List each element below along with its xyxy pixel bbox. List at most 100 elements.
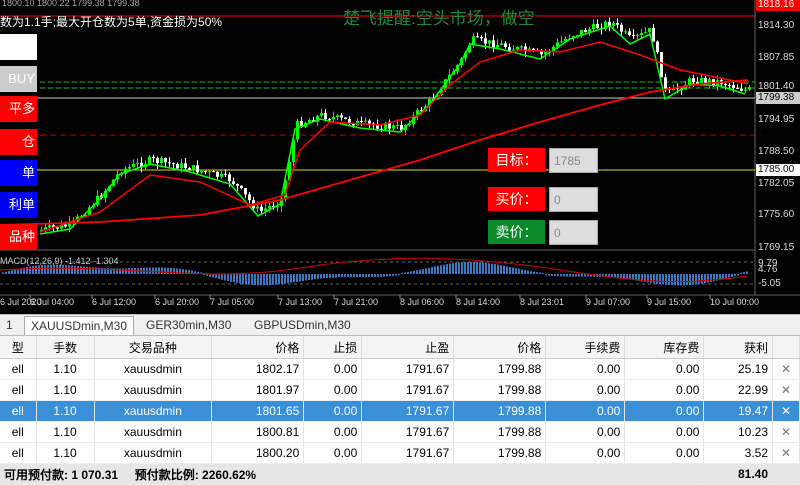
table-row[interactable]: ell 1.10 xauusdmin 1800.20 0.00 1791.67 1799.8… [0, 442, 800, 464]
candle-body [172, 163, 175, 165]
column-header[interactable]: 库存费 [624, 336, 705, 359]
column-header[interactable]: 价格 [453, 336, 547, 359]
macd-bar [230, 274, 232, 282]
candle-body [632, 34, 635, 36]
candle-body [628, 31, 631, 35]
macd-bar [404, 272, 406, 274]
chart-canvas[interactable] [0, 0, 800, 314]
trade-button-2[interactable]: 平多 [0, 96, 37, 122]
table-cell: 1800.81 [211, 421, 305, 443]
macd-bar [440, 265, 442, 274]
macd-bar [326, 274, 328, 279]
macd-bar [677, 274, 679, 286]
macd-bar [41, 265, 43, 274]
trade-button-1[interactable]: BUY [0, 66, 37, 92]
candle-body [704, 78, 707, 84]
margin-level: 预付款比例: 2260.62% [134, 467, 257, 482]
column-header[interactable]: 价格 [211, 336, 305, 359]
candle-body [560, 41, 563, 43]
close-order-icon[interactable]: ✕ [772, 379, 800, 401]
candle-body [388, 123, 391, 129]
price-marker: 1785.00 [756, 164, 800, 176]
column-header[interactable] [772, 336, 800, 359]
close-order-icon[interactable]: ✕ [772, 400, 800, 422]
macd-bar [38, 265, 40, 274]
close-order-icon[interactable]: ✕ [772, 442, 800, 464]
candle-body [748, 87, 751, 90]
close-order-icon[interactable]: ✕ [772, 421, 800, 443]
table-cell: 1799.88 [453, 442, 547, 464]
macd-bar [227, 274, 229, 282]
table-row[interactable]: ell 1.10 xauusdmin 1801.65 0.00 1791.67 1799.8… [0, 400, 800, 422]
macd-bar [293, 274, 295, 283]
table-cell: 1799.88 [453, 358, 547, 380]
table-cell: 1791.67 [361, 400, 455, 422]
column-header[interactable]: 交易品种 [94, 336, 213, 359]
column-header[interactable]: 手数 [36, 336, 95, 359]
macd-bar [572, 274, 574, 277]
macd-bar [56, 264, 58, 274]
candle-body [476, 36, 479, 38]
column-header[interactable]: 止损 [303, 336, 363, 359]
price-chart[interactable]: 1800.10 1800.22 1799.38 1799.38 数为1.1手;最… [0, 0, 800, 314]
macd-bar [296, 274, 298, 282]
time-tick: 6 Jul 04:00 [30, 297, 75, 307]
sell-price-input[interactable]: 0 [549, 220, 598, 245]
tab-xauusd[interactable]: XAUUSDmin,M30 [24, 316, 135, 335]
macd-bar [569, 274, 571, 277]
macd-bar [290, 274, 292, 283]
trade-button-5[interactable]: 利单 [0, 192, 37, 218]
macd-bar [524, 270, 526, 274]
table-cell: 0.00 [545, 400, 626, 422]
column-header[interactable]: 型 [0, 336, 37, 359]
candle-body [636, 34, 639, 36]
candle-body [740, 88, 743, 91]
candle-body [520, 46, 523, 48]
buy-price-input[interactable]: 0 [549, 187, 598, 212]
macd-bar [746, 271, 748, 274]
macd-bar [281, 274, 283, 285]
candle-body [336, 115, 339, 118]
tab-ger30[interactable]: GER30min,M30 [140, 316, 237, 335]
macd-bar [533, 271, 535, 274]
table-cell: ell [0, 400, 37, 422]
candle-body [240, 185, 243, 189]
tab-index[interactable]: 1 [0, 316, 19, 335]
macd-bar [665, 274, 667, 285]
column-header[interactable]: 手续费 [545, 336, 626, 359]
price-tick: 1814.30 [758, 20, 795, 31]
table-row[interactable]: ell 1.10 xauusdmin 1800.81 0.00 1791.67 1799.8… [0, 421, 800, 443]
macd-bar [743, 272, 745, 274]
macd-bar [473, 262, 475, 274]
macd-bar [731, 274, 733, 277]
macd-bar [656, 274, 658, 284]
macd-bar [29, 266, 31, 274]
target-input[interactable]: 1785 [549, 148, 598, 173]
trade-button-4[interactable]: 单 [0, 160, 37, 186]
column-header[interactable]: 获利 [703, 336, 773, 359]
table-cell: 1.10 [36, 442, 95, 464]
macd-bar [551, 274, 553, 276]
macd-bar [584, 274, 586, 277]
candle-body [340, 115, 343, 118]
price-marker: 1799.38 [756, 92, 800, 104]
macd-bar [62, 264, 64, 274]
candle-body [220, 173, 223, 177]
trade-button-3[interactable]: 仓 [0, 129, 37, 155]
macd-bar [392, 274, 394, 276]
candle-body [320, 112, 323, 116]
macd-bar [545, 274, 547, 276]
table-row[interactable]: ell 1.10 xauusdmin 1801.97 0.00 1791.67 1799.8… [0, 379, 800, 401]
candle-body [168, 162, 171, 164]
tab-gbpusd[interactable]: GBPUSDmin,M30 [248, 316, 357, 335]
trade-button-0[interactable] [0, 34, 37, 60]
candle-body [48, 225, 51, 228]
trade-button-6[interactable]: 品种 [0, 224, 37, 250]
table-cell: 0.00 [303, 421, 363, 443]
macd-bar [422, 268, 424, 274]
table-row[interactable]: ell 1.10 xauusdmin 1802.17 0.00 1791.67 1799.8… [0, 358, 800, 380]
candle-body [656, 41, 659, 53]
candle-body [724, 84, 727, 86]
column-header[interactable]: 止盈 [361, 336, 455, 359]
close-order-icon[interactable]: ✕ [772, 358, 800, 380]
